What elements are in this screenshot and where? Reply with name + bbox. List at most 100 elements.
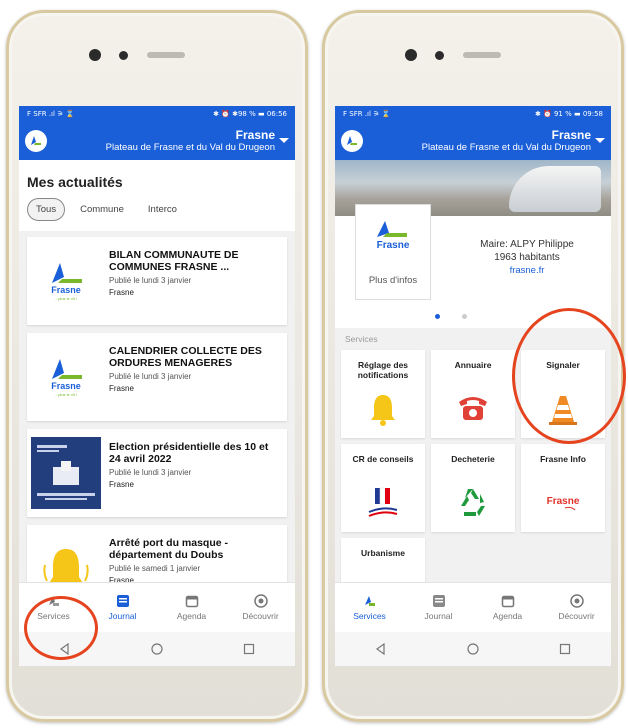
tile-notifications[interactable]: Réglage des notifications — [341, 350, 425, 438]
republique-logo-icon — [368, 487, 398, 517]
nav-services[interactable]: Services — [335, 583, 404, 632]
app-header[interactable]: Frasne Plateau de Frasne et du Val du Dr… — [335, 122, 611, 160]
recents-icon[interactable] — [243, 643, 255, 655]
tile-label: CR de conseils — [352, 454, 414, 464]
frasne-logo-icon — [25, 130, 47, 152]
carousel-dot-active[interactable] — [435, 314, 440, 319]
app-header[interactable]: Frasne Plateau de Frasne et du Val du Dr… — [19, 122, 295, 160]
news-source: Frasne — [109, 384, 134, 393]
nav-journal[interactable]: Journal — [88, 583, 157, 632]
services-icon — [364, 596, 375, 606]
compass-icon — [569, 594, 584, 608]
nav-label: Journal — [108, 611, 137, 621]
chip-tous[interactable]: Tous — [27, 198, 66, 221]
tile-label: Decheterie — [451, 454, 495, 464]
carousel-dot[interactable] — [462, 314, 467, 319]
comparison-stage: F SFR .ıl ⚞ ⌛ ✱ ⏰ ✱98 % ▬ 06:56 Frasne P… — [0, 0, 628, 728]
commune-title: Frasne — [235, 128, 275, 142]
frasne-logo-icon: Frasne — [377, 221, 410, 251]
svg-text:Frasne: Frasne — [51, 381, 81, 391]
tile-annuaire[interactable]: Annuaire — [431, 350, 515, 438]
front-camera — [89, 49, 101, 61]
news-card[interactable]: Frasne ...plus le vit ! BILAN COMMUNAUTE … — [27, 237, 287, 325]
nav-decouvrir[interactable]: Découvrir — [226, 583, 295, 632]
nav-agenda[interactable]: Agenda — [157, 583, 226, 632]
population: 1963 habitants — [494, 252, 560, 263]
phone-icon — [459, 397, 487, 420]
nav-label: Services — [353, 611, 386, 621]
status-bar: F SFR .ıl ⚞ ⌛ ✱ ⏰ ✱98 % ▬ 06:56 — [19, 106, 295, 122]
screen-journal: F SFR .ıl ⚞ ⌛ ✱ ⏰ ✱98 % ▬ 06:56 Frasne P… — [19, 106, 295, 666]
home-icon[interactable] — [151, 643, 163, 655]
commune-subtitle: Plateau de Frasne et du Val du Drugeon — [421, 142, 591, 153]
status-right: ✱ ⏰ ✱98 % ▬ 06:56 — [213, 110, 287, 118]
nav-agenda[interactable]: Agenda — [473, 583, 542, 632]
commune-logo-card[interactable]: Frasne Plus d'infos — [355, 204, 431, 300]
commune-subtitle: Plateau de Frasne et du Val du Drugeon — [105, 142, 275, 153]
tile-frasne-info[interactable]: Frasne Info Frasne — [521, 444, 605, 532]
news-feed: Frasne ...plus le vit ! BILAN COMMUNAUTE … — [19, 231, 295, 633]
commune-details: Maire: ALPY Philippe 1963 habitants fras… — [443, 238, 611, 277]
tile-label: Frasne Info — [540, 454, 586, 464]
svg-text:...plus le vit !: ...plus le vit ! — [55, 392, 77, 397]
news-title: BILAN COMMUNAUTE DE COMMUNES FRASNE ... — [109, 249, 239, 273]
chip-interco[interactable]: Interco — [139, 198, 186, 221]
mayor-name: Maire: ALPY Philippe — [480, 239, 574, 250]
chip-commune[interactable]: Commune — [71, 198, 133, 221]
svg-text:Frasne: Frasne — [51, 285, 81, 295]
frasne-logo-icon: Frasne ...plus le vit ! — [27, 333, 105, 421]
tile-decheterie[interactable]: Decheterie — [431, 444, 515, 532]
status-left: F SFR .ıl ⚞ ⌛ — [27, 110, 75, 118]
recents-icon[interactable] — [559, 643, 571, 655]
highlight-circle-services — [24, 596, 98, 660]
nav-decouvrir[interactable]: Découvrir — [542, 583, 611, 632]
calendar-icon — [185, 595, 198, 608]
commune-title: Frasne — [551, 128, 591, 142]
tile-label: Réglage des notifications — [357, 360, 409, 380]
nav-label: Agenda — [492, 611, 523, 621]
news-source: Frasne — [109, 480, 134, 489]
frasne-logo-icon: Frasne ...plus le vit ! — [27, 237, 105, 325]
news-source: Frasne — [109, 288, 134, 297]
election-poster-image — [27, 429, 105, 517]
website-link[interactable]: frasne.fr — [443, 264, 611, 277]
home-icon[interactable] — [467, 643, 479, 655]
tile-cr-conseils[interactable]: CR de conseils — [341, 444, 425, 532]
status-right: ✱ ⏰ 91 % ▬ 09:58 — [534, 110, 603, 118]
svg-text:Frasne: Frasne — [377, 240, 410, 251]
news-card[interactable]: Election présidentielle des 10 et 24 avr… — [27, 429, 287, 517]
recycle-icon — [461, 489, 485, 516]
front-camera — [405, 49, 417, 61]
news-title: Election présidentielle des 10 et 24 avr… — [109, 441, 269, 465]
news-title: CALENDRIER COLLECTE DES ORDURES MENAGERE… — [109, 345, 262, 369]
highlight-circle-signaler — [512, 308, 626, 444]
calendar-icon — [501, 595, 514, 608]
nav-journal[interactable]: Journal — [404, 583, 473, 632]
news-date: Publié le lundi 3 janvier — [109, 468, 192, 477]
nav-label: Agenda — [176, 611, 207, 621]
earpiece-speaker — [147, 52, 185, 58]
bottom-navigation: Services Journal Agenda Découvrir — [335, 582, 611, 632]
news-date: Publié le lundi 3 janvier — [109, 372, 192, 381]
bell-icon — [371, 395, 395, 426]
tile-label: Urbanisme — [361, 548, 405, 558]
front-sensor — [435, 51, 444, 60]
status-left: F SFR .ıl ⚞ ⌛ — [343, 110, 391, 118]
news-card[interactable]: Frasne ...plus le vit ! CALENDRIER COLLEC… — [27, 333, 287, 421]
front-sensor — [119, 51, 128, 60]
news-title: Arrêté port du masque - département du D… — [109, 537, 229, 561]
earpiece-speaker — [463, 52, 501, 58]
svg-text:...plus le vit !: ...plus le vit ! — [55, 296, 77, 301]
nav-label: Découvrir — [558, 611, 595, 621]
page-title: Mes actualités — [27, 174, 123, 190]
nav-label: Découvrir — [242, 611, 279, 621]
back-icon[interactable] — [375, 643, 387, 655]
frasne-logo-icon — [341, 130, 363, 152]
chevron-down-icon[interactable] — [595, 138, 605, 143]
train-image — [509, 166, 601, 212]
chevron-down-icon[interactable] — [279, 138, 289, 143]
status-bar: F SFR .ıl ⚞ ⌛ ✱ ⏰ 91 % ▬ 09:58 — [335, 106, 611, 122]
more-info-link[interactable]: Plus d'infos — [369, 275, 417, 286]
frasne-logo-icon: Frasne — [547, 496, 580, 511]
carousel-dots — [435, 314, 467, 319]
